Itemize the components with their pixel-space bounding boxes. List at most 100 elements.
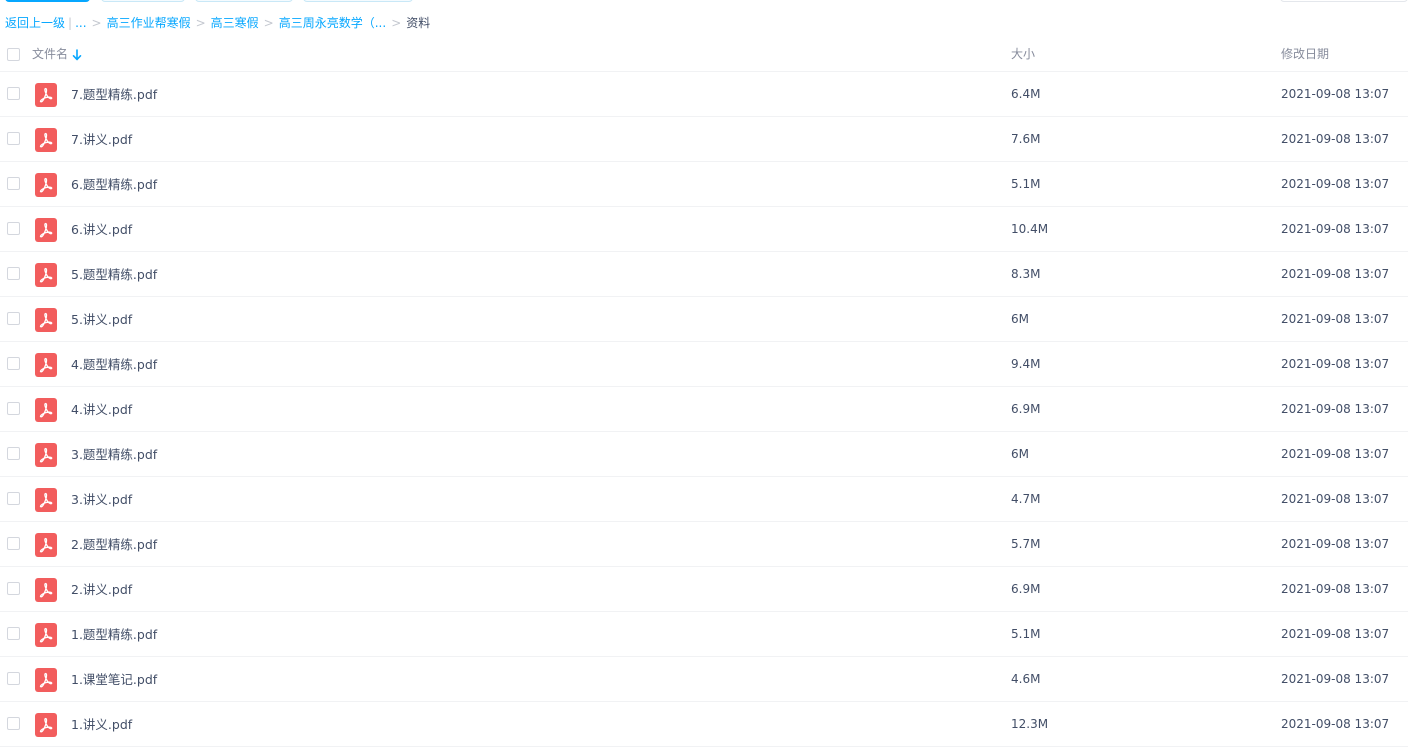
file-name-link[interactable]: 1.题型精练.pdf — [71, 612, 157, 657]
file-size: 6.9M — [1011, 402, 1041, 416]
pdf-file-icon — [35, 578, 57, 602]
select-all-checkbox[interactable] — [7, 48, 20, 61]
file-size: 12.3M — [1011, 717, 1049, 731]
table-row[interactable]: 2.讲义.pdf 6.9M 2021-09-08 13:07 — [0, 567, 1408, 612]
table-row[interactable]: 1.题型精练.pdf 5.1M 2021-09-08 13:07 — [0, 612, 1408, 657]
file-modified-date: 2021-09-08 13:07 — [1281, 627, 1390, 641]
table-row[interactable]: 4.讲义.pdf 6.9M 2021-09-08 13:07 — [0, 387, 1408, 432]
row-checkbox[interactable] — [7, 402, 20, 415]
pdf-file-icon — [35, 218, 57, 242]
pdf-file-icon — [35, 533, 57, 557]
file-modified-date: 2021-09-08 13:07 — [1281, 312, 1390, 326]
row-checkbox[interactable] — [7, 132, 20, 145]
file-modified-date: 2021-09-08 13:07 — [1281, 87, 1390, 101]
breadcrumb-ellipsis[interactable]: ... — [75, 16, 86, 30]
file-size: 9.4M — [1011, 357, 1041, 371]
toolbar-button-3[interactable] — [195, 0, 293, 2]
table-row[interactable]: 5.讲义.pdf 6M 2021-09-08 13:07 — [0, 297, 1408, 342]
file-name-link[interactable]: 6.讲义.pdf — [71, 207, 132, 252]
file-modified-date: 2021-09-08 13:07 — [1281, 537, 1390, 551]
file-name-link[interactable]: 3.讲义.pdf — [71, 477, 132, 522]
row-checkbox[interactable] — [7, 672, 20, 685]
table-row[interactable]: 1.课堂笔记.pdf 4.6M 2021-09-08 13:07 — [0, 657, 1408, 702]
table-row[interactable]: 2.题型精练.pdf 5.7M 2021-09-08 13:07 — [0, 522, 1408, 567]
file-modified-date: 2021-09-08 13:07 — [1281, 132, 1390, 146]
file-name-link[interactable]: 4.题型精练.pdf — [71, 342, 157, 387]
pdf-file-icon — [35, 713, 57, 737]
file-name-link[interactable]: 1.课堂笔记.pdf — [71, 657, 157, 702]
sort-arrow-down-icon[interactable] — [72, 48, 82, 61]
table-row[interactable]: 6.讲义.pdf 10.4M 2021-09-08 13:07 — [0, 207, 1408, 252]
file-size: 5.1M — [1011, 627, 1041, 641]
breadcrumb-item[interactable]: 高三作业帮寒假 — [107, 16, 191, 30]
table-row[interactable]: 3.题型精练.pdf 6M 2021-09-08 13:07 — [0, 432, 1408, 477]
file-name-link[interactable]: 2.讲义.pdf — [71, 567, 132, 612]
row-checkbox[interactable] — [7, 87, 20, 100]
row-checkbox[interactable] — [7, 357, 20, 370]
breadcrumb-current: 资料 — [406, 16, 431, 30]
table-row[interactable]: 1.讲义.pdf 12.3M 2021-09-08 13:07 — [0, 702, 1408, 747]
file-modified-date: 2021-09-08 13:07 — [1281, 492, 1390, 506]
pdf-file-icon — [35, 128, 57, 152]
row-checkbox[interactable] — [7, 627, 20, 640]
file-size: 6.4M — [1011, 87, 1041, 101]
toolbar-button-4[interactable] — [303, 0, 413, 2]
file-modified-date: 2021-09-08 13:07 — [1281, 357, 1390, 371]
row-checkbox[interactable] — [7, 537, 20, 550]
row-checkbox[interactable] — [7, 267, 20, 280]
pdf-file-icon — [35, 668, 57, 692]
file-name-link[interactable]: 2.题型精练.pdf — [71, 522, 157, 567]
toolbar-primary-button[interactable] — [5, 0, 90, 2]
file-size: 5.7M — [1011, 537, 1041, 551]
breadcrumb-item[interactable]: 高三周永亮数学（... — [279, 16, 386, 30]
file-size: 6M — [1011, 312, 1029, 326]
table-row[interactable]: 6.题型精练.pdf 5.1M 2021-09-08 13:07 — [0, 162, 1408, 207]
file-name-link[interactable]: 6.题型精练.pdf — [71, 162, 157, 207]
column-header-name-label: 文件名 — [32, 47, 69, 61]
file-size: 8.3M — [1011, 267, 1041, 281]
file-name-link[interactable]: 1.讲义.pdf — [71, 702, 132, 747]
file-modified-date: 2021-09-08 13:07 — [1281, 222, 1390, 236]
pdf-file-icon — [35, 488, 57, 512]
file-modified-date: 2021-09-08 13:07 — [1281, 177, 1390, 191]
file-size: 7.6M — [1011, 132, 1041, 146]
toolbar-button-2[interactable] — [101, 0, 185, 2]
pdf-file-icon — [35, 173, 57, 197]
row-checkbox[interactable] — [7, 312, 20, 325]
file-modified-date: 2021-09-08 13:07 — [1281, 447, 1390, 461]
row-checkbox[interactable] — [7, 492, 20, 505]
table-row[interactable]: 4.题型精练.pdf 9.4M 2021-09-08 13:07 — [0, 342, 1408, 387]
file-size: 4.7M — [1011, 492, 1041, 506]
row-checkbox[interactable] — [7, 177, 20, 190]
row-checkbox[interactable] — [7, 717, 20, 730]
breadcrumb-divider: | — [68, 16, 73, 30]
file-name-link[interactable]: 7.讲义.pdf — [71, 117, 132, 162]
back-link[interactable]: 返回上一级 — [5, 16, 65, 30]
breadcrumb-separator: > — [391, 16, 402, 30]
breadcrumb-item[interactable]: 高三寒假 — [211, 16, 259, 30]
column-header-name[interactable]: 文件名 — [32, 36, 82, 72]
file-list: 7.题型精练.pdf 6.4M 2021-09-08 13:07 7.讲义.pdf 7.… — [0, 72, 1408, 747]
breadcrumb: 返回上一级 |... > 高三作业帮寒假 > 高三寒假 > 高三周永亮数学（... > 资料 — [5, 14, 430, 32]
table-row[interactable]: 3.讲义.pdf 4.7M 2021-09-08 13:07 — [0, 477, 1408, 522]
search-box[interactable] — [1280, 0, 1408, 2]
file-name-link[interactable]: 4.讲义.pdf — [71, 387, 132, 432]
breadcrumb-separator: > — [195, 16, 206, 30]
pdf-file-icon — [35, 263, 57, 287]
file-name-link[interactable]: 5.题型精练.pdf — [71, 252, 157, 297]
table-row[interactable]: 7.讲义.pdf 7.6M 2021-09-08 13:07 — [0, 117, 1408, 162]
file-name-link[interactable]: 5.讲义.pdf — [71, 297, 132, 342]
file-size: 6M — [1011, 447, 1029, 461]
file-name-link[interactable]: 7.题型精练.pdf — [71, 72, 157, 117]
pdf-file-icon — [35, 353, 57, 377]
row-checkbox[interactable] — [7, 447, 20, 460]
row-checkbox[interactable] — [7, 582, 20, 595]
column-header-date[interactable]: 修改日期 — [1281, 36, 1329, 72]
file-name-link[interactable]: 3.题型精练.pdf — [71, 432, 157, 477]
column-header-size[interactable]: 大小 — [1011, 36, 1035, 72]
table-row[interactable]: 5.题型精练.pdf 8.3M 2021-09-08 13:07 — [0, 252, 1408, 297]
table-row[interactable]: 7.题型精练.pdf 6.4M 2021-09-08 13:07 — [0, 72, 1408, 117]
pdf-file-icon — [35, 308, 57, 332]
row-checkbox[interactable] — [7, 222, 20, 235]
file-modified-date: 2021-09-08 13:07 — [1281, 267, 1390, 281]
